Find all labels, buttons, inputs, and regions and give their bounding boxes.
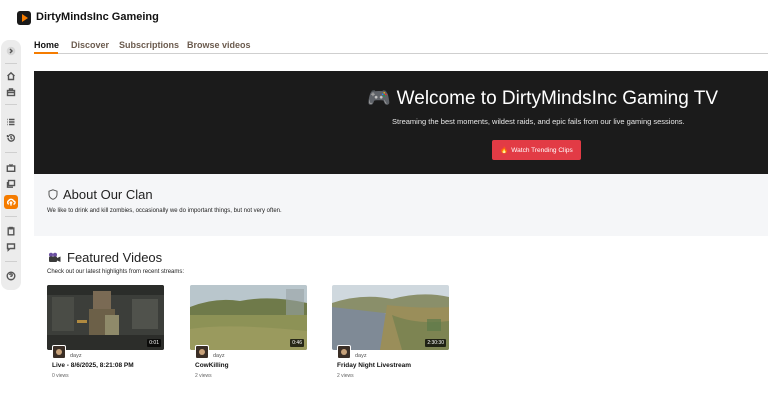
- video-title[interactable]: Friday Night Livestream: [337, 362, 411, 369]
- video-title[interactable]: CowKilling: [195, 362, 229, 369]
- store-icon[interactable]: [4, 85, 18, 99]
- rail-divider: [5, 216, 17, 217]
- video-views: 2 views: [337, 373, 354, 379]
- camera-icon: [49, 252, 61, 262]
- shield-icon: [48, 189, 58, 200]
- tab-subscriptions[interactable]: Subscriptions: [119, 40, 179, 50]
- video-thumbnail[interactable]: 0:46: [190, 285, 307, 350]
- list-icon[interactable]: [4, 115, 18, 129]
- tab-discover[interactable]: Discover: [71, 40, 109, 50]
- gamepad-icon: 🎮: [367, 88, 391, 109]
- featured-subtitle: Check out our latest highlights from rec…: [47, 269, 185, 275]
- rail-divider: [5, 152, 17, 153]
- brand-logo-icon[interactable]: [17, 11, 31, 25]
- channel-avatar[interactable]: [337, 345, 351, 359]
- channel-name[interactable]: dayz: [70, 353, 82, 359]
- channel-avatar[interactable]: [52, 345, 66, 359]
- video-duration: 0:01: [147, 339, 161, 347]
- video-views: 0 views: [52, 373, 69, 379]
- video-duration: 0:46: [290, 339, 304, 347]
- rail-divider: [5, 261, 17, 262]
- video-thumbnail[interactable]: 0:01: [47, 285, 164, 350]
- rail-divider: [5, 63, 17, 64]
- brand-name[interactable]: DirtyMindsInc Gameing: [36, 11, 159, 23]
- help-icon[interactable]: [4, 269, 18, 283]
- upload-cloud-icon[interactable]: [4, 195, 18, 209]
- about-title: About Our Clan: [48, 187, 153, 202]
- watch-trending-button[interactable]: 🔥 Watch Trending Clips: [492, 140, 581, 160]
- tab-active-indicator: [34, 52, 58, 54]
- hero-title: 🎮 Welcome to DirtyMindsInc Gaming TV: [367, 88, 719, 109]
- clipboard-icon[interactable]: [4, 224, 18, 238]
- featured-title: Featured Videos: [48, 250, 162, 265]
- channel-avatar[interactable]: [195, 345, 209, 359]
- tv-icon[interactable]: [4, 161, 18, 175]
- video-thumbnail[interactable]: 2:30:30: [332, 285, 449, 350]
- flame-icon: 🔥: [500, 147, 509, 154]
- video-views: 2 views: [195, 373, 212, 379]
- side-rail: [1, 40, 21, 290]
- video-title[interactable]: Live - 8/6/2025, 8:21:08 PM: [52, 362, 134, 369]
- top-bar: DirtyMindsInc Gameing: [0, 0, 768, 36]
- rail-divider: [5, 104, 17, 105]
- channel-name[interactable]: dayz: [213, 353, 225, 359]
- chat-icon[interactable]: [4, 240, 18, 254]
- history-icon[interactable]: [4, 131, 18, 145]
- home-icon[interactable]: [4, 69, 18, 83]
- about-text: We like to drink and kill zombies, occas…: [47, 208, 282, 214]
- video-duration: 2:30:30: [425, 339, 446, 347]
- chevron-right-icon[interactable]: [4, 44, 18, 58]
- channel-name[interactable]: dayz: [355, 353, 367, 359]
- tab-browse-videos[interactable]: Browse videos: [187, 40, 251, 50]
- library-icon[interactable]: [4, 177, 18, 191]
- hero-subtitle: Streaming the best moments, wildest raid…: [392, 117, 685, 126]
- tab-home[interactable]: Home: [34, 40, 59, 50]
- about-section: [34, 174, 768, 236]
- tab-divider: [34, 53, 768, 54]
